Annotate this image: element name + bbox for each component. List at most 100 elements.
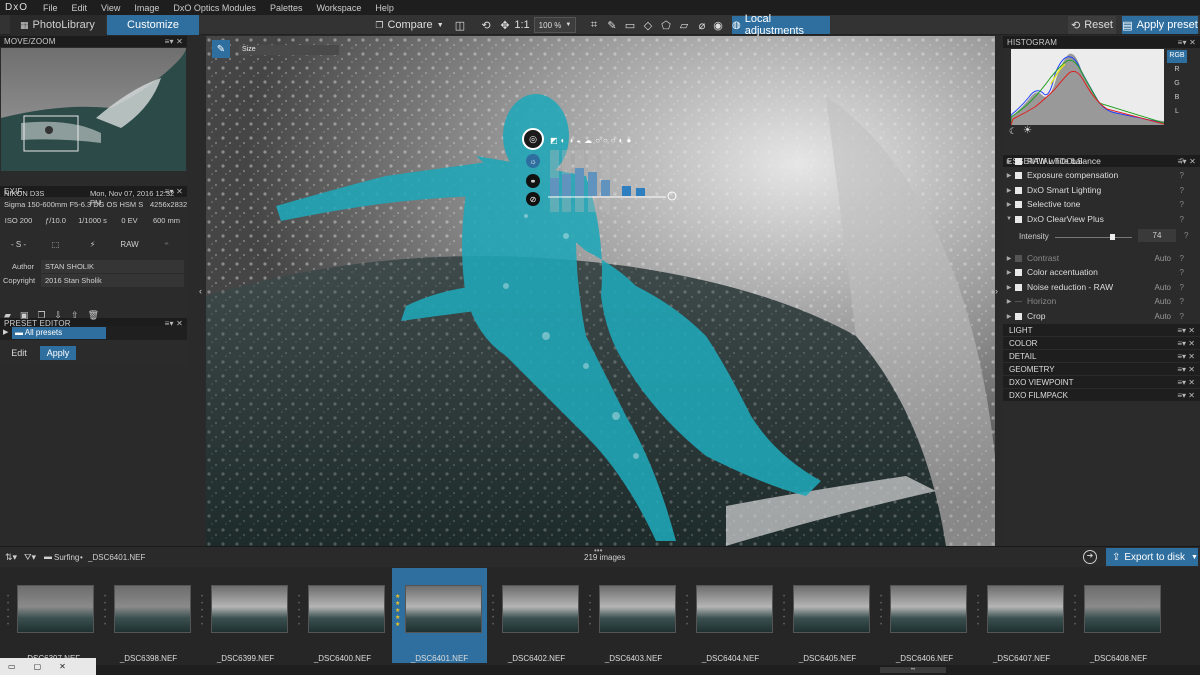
help-icon[interactable]: ?: [1180, 297, 1184, 306]
edit-button[interactable]: Edit: [4, 346, 34, 360]
tool-horizon[interactable]: ▶ Horizon Auto?: [1003, 294, 1189, 308]
export-arrow-icon[interactable]: ➜: [1083, 550, 1097, 564]
panel-controls-icon[interactable]: ≡▾ ✕: [1178, 38, 1196, 47]
delete-point-icon[interactable]: ⊘: [526, 192, 540, 206]
circle-icon[interactable]: ○: [595, 136, 600, 148]
expand-arrow-icon[interactable]: ▶: [1003, 172, 1015, 179]
checkbox[interactable]: [1015, 186, 1022, 194]
filmstrip-thumb[interactable]: • • • • • _DSC6404.NEF: [683, 568, 778, 663]
rating-stars-icon[interactable]: • • • • •: [492, 594, 497, 629]
section-color[interactable]: COLOR ≡▾ ✕: [1003, 337, 1200, 349]
tool-smart-lighting[interactable]: ▶ DxO Smart Lighting?: [1003, 183, 1189, 197]
panel-controls-icon[interactable]: ≡▾ ✕: [1177, 326, 1195, 335]
close-icon[interactable]: ✕: [59, 662, 66, 671]
volume-deformation-icon[interactable]: ▱: [676, 15, 692, 35]
filmstrip-thumb[interactable]: • • • • • _DSC6402.NEF: [489, 568, 584, 663]
filmstrip-thumb[interactable]: • • • • • _DSC6406.NEF: [877, 568, 972, 663]
filmstrip-thumb[interactable]: • • • • • _DSC6407.NEF: [974, 568, 1069, 663]
menu-edit[interactable]: Edit: [65, 3, 95, 13]
checkbox[interactable]: [1015, 268, 1022, 276]
color-icon[interactable]: ⚭: [526, 174, 540, 188]
sun-icon[interactable]: ☀: [1023, 125, 1032, 136]
collapse-right-icon[interactable]: ›: [995, 286, 998, 296]
navigator-preview[interactable]: [1, 48, 186, 171]
sort-icon[interactable]: ⇅▾: [5, 552, 17, 563]
maximize-icon[interactable]: ▢: [34, 662, 42, 671]
help-icon[interactable]: ?: [1180, 283, 1184, 292]
channel-l[interactable]: L: [1167, 105, 1187, 119]
channel-rgb[interactable]: RGB: [1167, 50, 1187, 63]
help-icon[interactable]: ?: [1180, 312, 1184, 321]
perspective-rect-icon[interactable]: ⬠: [658, 15, 674, 35]
tab-customize[interactable]: Customize: [107, 15, 199, 35]
help-icon[interactable]: ?: [1180, 171, 1184, 180]
checkbox[interactable]: [1015, 200, 1022, 208]
rating-stars-icon[interactable]: • • • • •: [686, 594, 691, 629]
menu-workspace[interactable]: Workspace: [309, 3, 368, 13]
moon-icon[interactable]: ☾: [1009, 126, 1017, 137]
expand-arrow-icon[interactable]: ▶: [1003, 158, 1015, 165]
right-collapse-strip[interactable]: ›: [995, 36, 1003, 546]
all-presets-item[interactable]: ▬ All presets: [12, 327, 106, 339]
help-icon[interactable]: ?: [1184, 231, 1188, 240]
checkbox[interactable]: [1015, 283, 1022, 291]
duplicate-icon[interactable]: ❐: [37, 310, 45, 322]
brightness-icon[interactable]: ☼: [526, 154, 540, 168]
rating-stars-icon[interactable]: • • • • •: [201, 594, 206, 629]
expand-arrow-icon[interactable]: ▶: [1003, 298, 1015, 305]
rating-stars-icon[interactable]: ★ ★ ★ ★ ★: [395, 594, 400, 629]
help-icon[interactable]: ?: [1180, 254, 1184, 263]
tool-crop[interactable]: ▶ Crop Auto?: [1003, 309, 1189, 323]
eyedropper-icon[interactable]: ✎: [604, 15, 620, 35]
help-icon[interactable]: ?: [1180, 200, 1184, 209]
help-icon[interactable]: ?: [1180, 215, 1184, 224]
new-folder-icon[interactable]: ▰: [4, 310, 11, 322]
panel-controls-icon[interactable]: ≡▾ ✕: [1177, 378, 1195, 387]
rating-stars-icon[interactable]: • • • • •: [783, 594, 788, 629]
intensity-slider-knob[interactable]: [1109, 234, 1115, 240]
checkbox[interactable]: [1015, 215, 1022, 223]
rating-stars-icon[interactable]: • • • • •: [589, 594, 594, 629]
expand-arrow-icon[interactable]: ▶: [1003, 269, 1015, 276]
rating-stars-icon[interactable]: • • • • •: [880, 594, 885, 629]
tool-contrast[interactable]: ▶ Contrast Auto?: [1003, 251, 1189, 265]
checkbox[interactable]: [1015, 157, 1022, 165]
move-icon[interactable]: ✥: [497, 15, 513, 35]
rating-stars-icon[interactable]: • • • • •: [1074, 594, 1079, 629]
half-circle-icon[interactable]: ◐: [619, 136, 624, 148]
tool-color-accentuation[interactable]: ▶ Color accentuation?: [1003, 265, 1189, 279]
channel-r[interactable]: R: [1167, 63, 1187, 77]
intensity-slider[interactable]: [1055, 234, 1132, 240]
menu-view[interactable]: View: [94, 3, 127, 13]
filmstrip-thumb[interactable]: • • • • • _DSC6408.NEF: [1071, 568, 1166, 663]
help-icon[interactable]: ?: [1180, 157, 1184, 166]
apply-button[interactable]: Apply: [40, 346, 76, 360]
control-point-icon[interactable]: ◎: [522, 128, 544, 150]
left-collapse-strip[interactable]: ‹: [188, 36, 206, 546]
channel-g[interactable]: G: [1167, 77, 1187, 91]
checkbox[interactable]: [1015, 171, 1022, 179]
midtone-icon[interactable]: ◒: [576, 136, 581, 148]
checkbox[interactable]: [1015, 312, 1022, 320]
tool-exposure-compensation[interactable]: ▶ Exposure compensation?: [1003, 168, 1189, 182]
rating-stars-icon[interactable]: • • • • •: [298, 594, 303, 629]
local-adjustments-button[interactable]: ◍ Local adjustments: [732, 13, 830, 37]
eye-icon[interactable]: ◉: [710, 15, 726, 35]
image-viewer[interactable]: ✎ Size ◎ ☼ ⚭ ⊘ ◩ ◐ ◑ ◒ ☁ ○ ○ ○ ◐ ●: [206, 36, 995, 546]
import-icon[interactable]: ⇩: [55, 310, 63, 322]
channel-b[interactable]: B: [1167, 91, 1187, 105]
one-to-one-button[interactable]: 1:1: [514, 15, 530, 35]
expand-arrow-icon[interactable]: ▶: [1003, 201, 1015, 208]
section-geometry[interactable]: GEOMETRY ≡▾ ✕: [1003, 363, 1200, 375]
highlight-icon[interactable]: ◑: [568, 136, 573, 148]
filmstrip-thumb[interactable]: ★ ★ ★ ★ ★ _DSC6401.NEF: [392, 568, 487, 663]
filmstrip-thumb[interactable]: • • • • • _DSC6405.NEF: [780, 568, 875, 663]
expand-arrow-icon[interactable]: ▶: [1003, 255, 1015, 262]
export-icon[interactable]: ⇧: [71, 310, 79, 322]
filter-icon[interactable]: ⛛▾: [24, 552, 36, 563]
filmstrip-thumb[interactable]: • • • • • _DSC6403.NEF: [586, 568, 681, 663]
compare-button[interactable]: ❐ Compare ▼: [372, 15, 447, 35]
collapse-arrow-icon[interactable]: ▼: [1003, 216, 1015, 222]
menu-palettes[interactable]: Palettes: [263, 3, 310, 13]
repair-icon[interactable]: ⌀: [694, 15, 710, 35]
